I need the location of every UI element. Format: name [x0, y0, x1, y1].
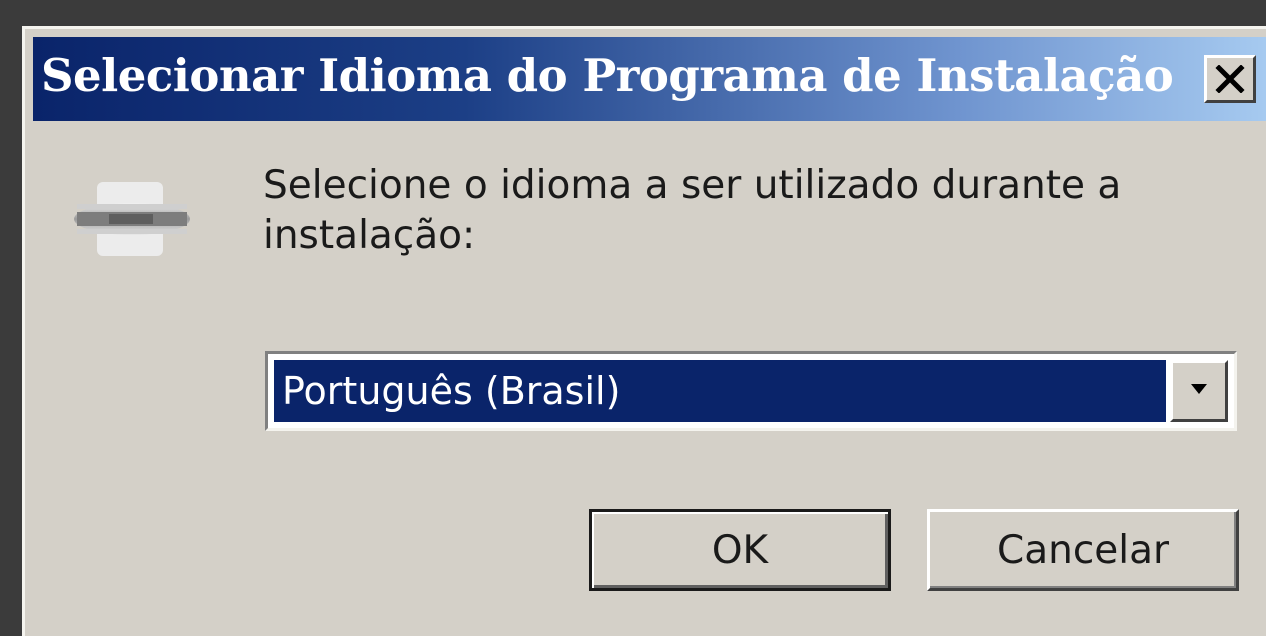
ok-button[interactable]: OK [589, 509, 891, 591]
title-bar[interactable]: Selecionar Idioma do Programa de Instala… [33, 37, 1266, 121]
setup-icon [69, 174, 195, 264]
dialog-title: Selecionar Idioma do Programa de Instala… [41, 49, 1174, 102]
dropdown-button[interactable] [1170, 360, 1228, 422]
instruction-text: Selecione o idioma a ser utilizado duran… [263, 163, 1122, 258]
language-select-value[interactable]: Português (Brasil) [274, 360, 1166, 422]
chevron-down-icon [1190, 382, 1208, 400]
language-select-focus: Português (Brasil) [273, 359, 1229, 423]
close-icon [1215, 65, 1245, 93]
language-select[interactable]: Português (Brasil) [265, 351, 1237, 431]
cancel-button[interactable]: Cancelar [927, 509, 1239, 591]
close-button[interactable] [1204, 55, 1256, 103]
desktop-background: Selecionar Idioma do Programa de Instala… [0, 0, 1266, 636]
language-dialog: Selecionar Idioma do Programa de Instala… [22, 26, 1266, 636]
